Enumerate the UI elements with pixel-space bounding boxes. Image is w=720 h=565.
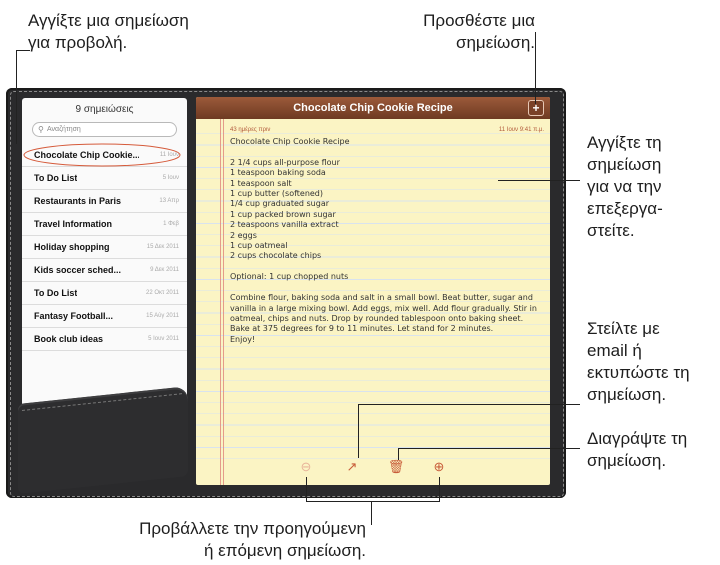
- previous-note-icon[interactable]: ⊖: [297, 459, 315, 475]
- leader-line: [306, 477, 307, 502]
- callout-send-note: Στείλτε με email ή εκτυπώστε τη σημείωση…: [587, 318, 690, 406]
- list-item-title: Kids soccer sched...: [34, 265, 122, 275]
- list-item-title: To Do List: [34, 173, 78, 183]
- leader-line: [16, 50, 17, 144]
- list-item-date: 15 Δεκ 2011: [146, 244, 179, 250]
- leader-line: [16, 50, 30, 51]
- callout-edit-note: Αγγίξτε τη σημείωση για να την επεξεργα-…: [587, 132, 663, 242]
- callout-line: Διαγράψτε τη: [587, 429, 688, 448]
- trash-icon[interactable]: 🗑: [387, 459, 405, 475]
- margin-line: [223, 119, 224, 485]
- callout-tap-note: Αγγίξτε μια σημείωση για προβολή.: [28, 10, 189, 54]
- list-item[interactable]: Book club ideas 5 Ιουν 2011: [22, 328, 187, 351]
- callout-line: Προβάλλετε την προηγούμενη: [139, 519, 366, 538]
- list-item[interactable]: Travel Information 1 Φεβ: [22, 213, 187, 236]
- leader-line: [306, 501, 440, 502]
- leader-line: [398, 448, 399, 460]
- callout-delete-note: Διαγράψτε τη σημείωση.: [587, 428, 687, 472]
- leader-line: [535, 32, 536, 104]
- list-item-date: 15 Αύγ 2011: [146, 313, 179, 319]
- callout-line: για προβολή.: [28, 33, 128, 52]
- search-icon: ⚲: [38, 125, 44, 134]
- add-note-button[interactable]: +: [528, 100, 544, 116]
- search-placeholder: Αναζήτηση: [47, 126, 81, 133]
- list-item-title: Book club ideas: [34, 334, 104, 344]
- leader-line: [358, 404, 580, 405]
- leader-line: [398, 448, 580, 449]
- note-timestamp: 11 Ιουν 9:41 π.μ.: [498, 127, 544, 133]
- list-item[interactable]: Restaurants in Paris 13 Απρ: [22, 190, 187, 213]
- leader-line: [498, 180, 580, 181]
- list-item-date: 9 Δεκ 2011: [150, 267, 179, 273]
- selected-note-highlight: [23, 143, 181, 167]
- next-note-icon[interactable]: ⊕: [430, 459, 448, 475]
- callout-line: σημείωση.: [587, 451, 667, 470]
- callout-prev-next: Προβάλλετε την προηγούμενη ή επόμενη σημ…: [84, 518, 366, 562]
- callout-add-note: Προσθέστε μια σημείωση.: [390, 10, 535, 54]
- margin-line: [220, 119, 221, 485]
- note-body-text[interactable]: Chocolate Chip Cookie Recipe 2 1/4 cups …: [230, 137, 542, 345]
- search-input[interactable]: ⚲ Αναζήτηση: [32, 122, 177, 137]
- notes-count-title: 9 σημειώσεις: [75, 104, 134, 115]
- callout-line: σημείωση: [587, 155, 662, 174]
- callout-line: στείτε.: [587, 221, 635, 240]
- callout-line: email ή: [587, 341, 642, 360]
- callout-line: Στείλτε με: [587, 319, 660, 338]
- note-title-bar: Chocolate Chip Cookie Recipe +: [196, 97, 550, 119]
- callout-line: ή επόμενη σημείωση.: [203, 541, 366, 560]
- callout-line: επεξεργα-: [587, 199, 663, 218]
- callout-line: Προσθέστε μια: [423, 11, 535, 30]
- callout-line: σημείωση.: [455, 33, 535, 52]
- list-item-title: Travel Information: [34, 219, 113, 229]
- callout-line: Αγγίξτε τη: [587, 133, 662, 152]
- list-item-date: 5 Ιουν: [162, 175, 179, 181]
- list-item-title: Fantasy Football...: [34, 311, 114, 321]
- list-item-date: 22 Οκτ 2011: [146, 290, 179, 296]
- list-item-title: To Do List: [34, 288, 78, 298]
- callout-line: για να την: [587, 177, 662, 196]
- list-item-date: 5 Ιουν 2011: [148, 336, 179, 342]
- list-item[interactable]: Fantasy Football... 15 Αύγ 2011: [22, 305, 187, 328]
- share-icon[interactable]: ↗: [343, 459, 361, 475]
- list-item[interactable]: To Do List 22 Οκτ 2011: [22, 282, 187, 305]
- list-item-date: 13 Απρ: [159, 198, 179, 204]
- callout-line: σημείωση.: [587, 385, 667, 404]
- leader-line: [358, 404, 359, 458]
- list-item-date: 1 Φεβ: [163, 221, 179, 227]
- note-age: 43 ημέρες πριν: [230, 127, 271, 133]
- leader-line: [371, 501, 372, 525]
- callout-line: εκτυπώστε τη: [587, 363, 690, 382]
- leader-line: [439, 477, 440, 502]
- list-item-title: Restaurants in Paris: [34, 196, 122, 206]
- note-editor[interactable]: Chocolate Chip Cookie Recipe + 43 ημέρες…: [196, 97, 550, 485]
- pocket-stitching: [22, 393, 182, 491]
- list-item[interactable]: Kids soccer sched... 9 Δεκ 2011: [22, 259, 187, 282]
- list-item-title: Holiday shopping: [34, 242, 110, 252]
- callout-line: Αγγίξτε μια σημείωση: [28, 11, 189, 30]
- list-item[interactable]: Holiday shopping 15 Δεκ 2011: [22, 236, 187, 259]
- note-header-title: Chocolate Chip Cookie Recipe: [293, 102, 453, 114]
